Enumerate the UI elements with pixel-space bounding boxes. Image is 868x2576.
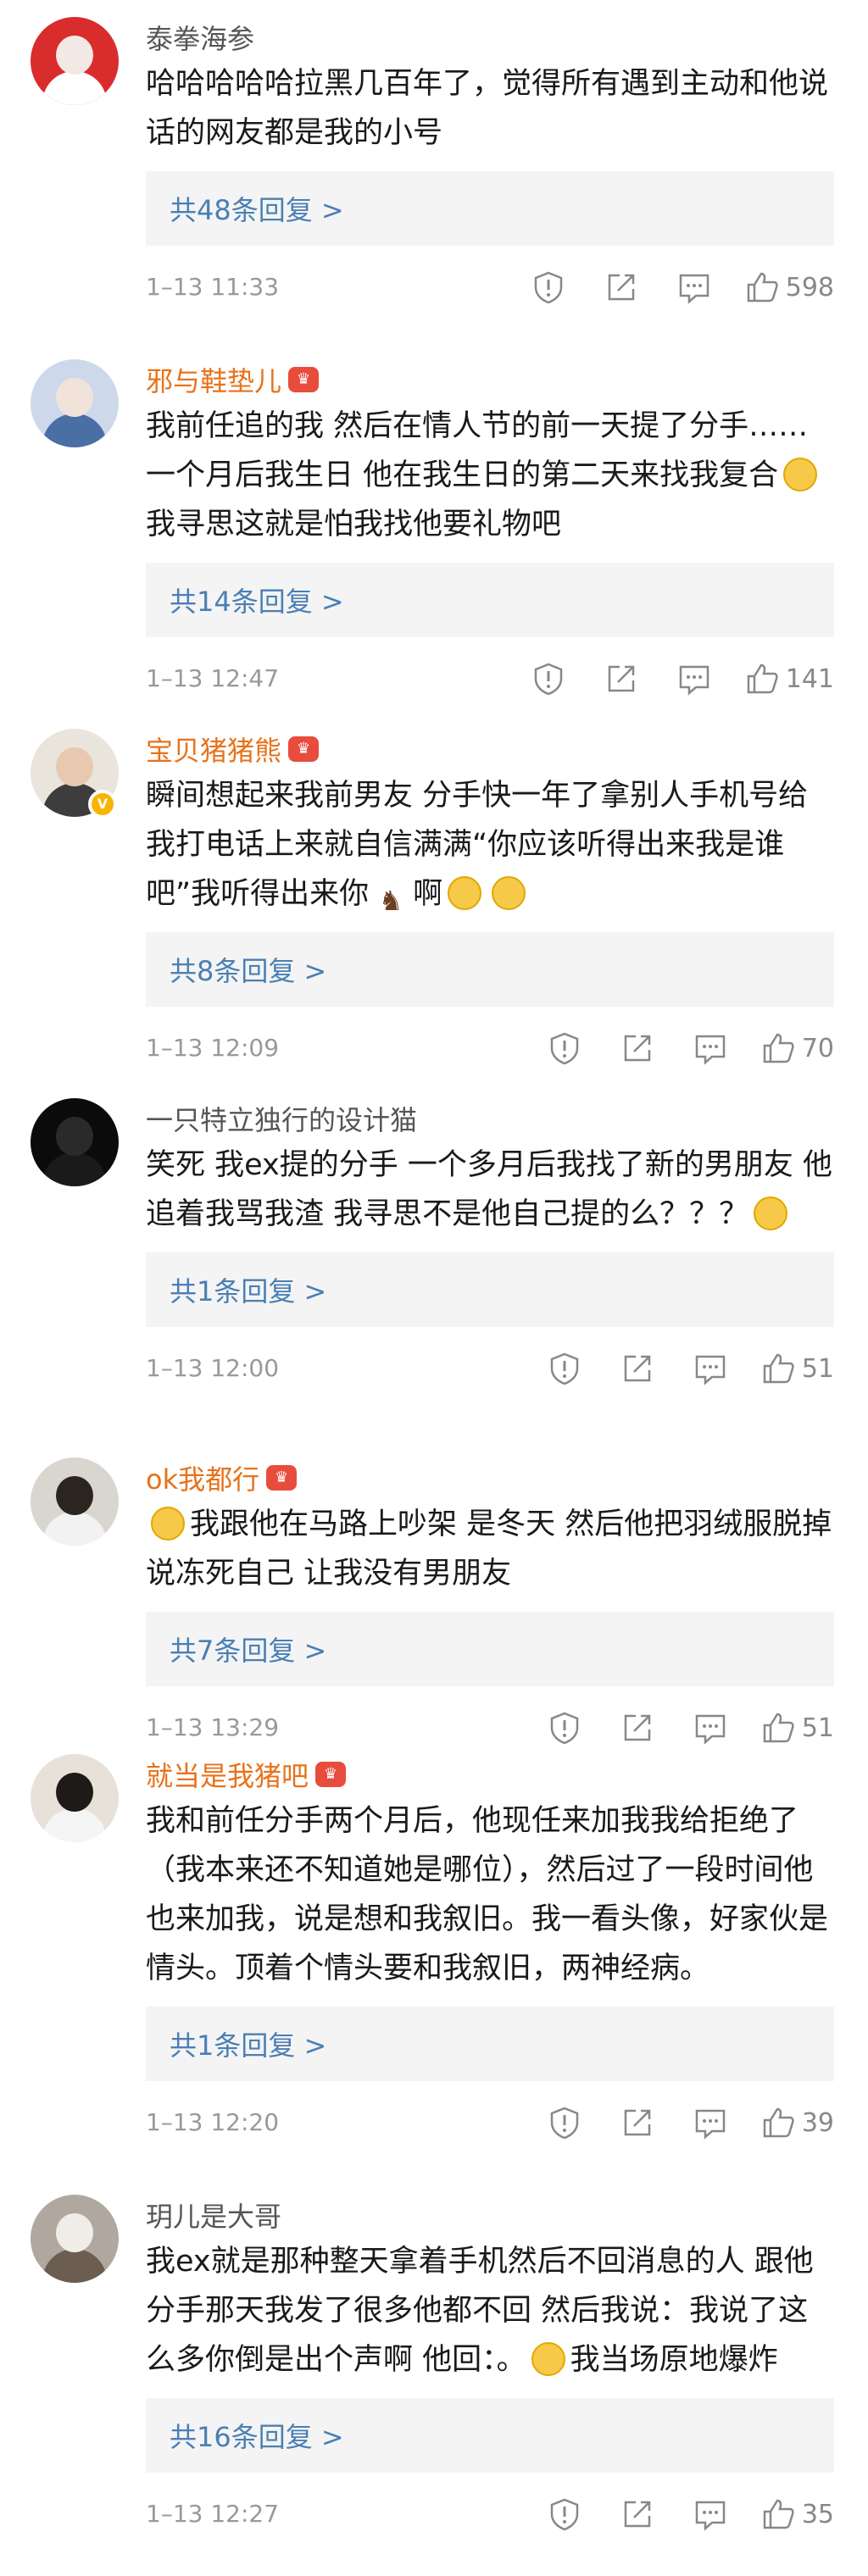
- comment-icon[interactable]: [693, 2106, 727, 2140]
- smile-emoji-icon: [531, 2342, 565, 2376]
- vip-crown-icon: ♛: [315, 1762, 347, 1787]
- comment-meta: 1–13 12:20 39: [146, 2081, 834, 2164]
- avatar[interactable]: [31, 1098, 119, 1186]
- comment-meta: 1–13 12:47 141: [146, 637, 834, 720]
- like-icon[interactable]: [761, 2497, 795, 2531]
- avatar[interactable]: [31, 1754, 119, 1842]
- like-count: 39: [801, 2107, 834, 2138]
- comment-meta: 1–13 12:00 51: [146, 1327, 834, 1410]
- comment-text: 我和前任分手两个月后，他现任来加我我给拒绝了（我本来还不知道她是哪位），然后过了…: [146, 1804, 829, 1985]
- like-count: 70: [801, 1033, 834, 1063]
- timestamp: 1–13 12:20: [146, 2108, 280, 2136]
- username[interactable]: 一只特立独行的设计猫: [146, 1099, 417, 1138]
- comment-item: 一只特立独行的设计猫 笑死 我ex提的分手 一个多月后我找了新的男朋友 他追着我…: [0, 1081, 868, 1441]
- share-icon[interactable]: [620, 1031, 654, 1065]
- comment-icon[interactable]: [677, 662, 711, 696]
- comment-text: 瞬间想起来我前男友 分手快一年了拿别人手机号给我打电话上来就自信满满“你应该听得…: [146, 779, 809, 917]
- timestamp: 1–13 11:33: [146, 273, 280, 301]
- comment-icon[interactable]: [693, 1031, 727, 1065]
- like-icon[interactable]: [761, 2106, 795, 2140]
- comment-item: 邪与鞋垫儿 ♛ 我前任追的我 然后在情人节的前一天提了分手……一个月后我生日 他在…: [0, 342, 868, 712]
- comment-meta: 1–13 12:27 35: [146, 2473, 834, 2556]
- replies-button[interactable]: 共7条回复 >: [146, 1612, 834, 1686]
- replies-button[interactable]: 共14条回复 >: [146, 563, 834, 637]
- comment-item: V 宝贝猪猪熊 ♛ 瞬间想起来我前男友 分手快一年了拿别人手机号给我打电话上来就自…: [0, 712, 868, 1081]
- comment-text: 哈哈哈哈哈拉黑几百年了，觉得所有遇到主动和他说话的网友都是我的小号: [146, 67, 829, 150]
- comment-text: 我ex就是那种整天拿着手机然后不回消息的人 跟他分手那天我发了很多他都不回 然后…: [146, 2245, 814, 2377]
- replies-button[interactable]: 共1条回复 >: [146, 1252, 834, 1327]
- horse-emoji-icon: ♞: [378, 885, 403, 917]
- grin-emoji-icon: [754, 1196, 788, 1230]
- like-count: 598: [785, 272, 834, 303]
- report-icon[interactable]: [548, 1352, 581, 1385]
- vip-crown-icon: ♛: [288, 736, 320, 762]
- report-icon[interactable]: [548, 1031, 581, 1065]
- comment-text: 我前任追的我 然后在情人节的前一天提了分手……一个月后我生日 他在我生日的第二天…: [146, 402, 834, 549]
- report-icon[interactable]: [548, 2497, 581, 2531]
- laugh-cry-emoji-icon: [783, 458, 818, 491]
- avatar[interactable]: [31, 17, 119, 105]
- username[interactable]: 就当是我猪吧: [146, 1755, 309, 1794]
- timestamp: 1–13 12:00: [146, 1354, 280, 1382]
- username[interactable]: 邪与鞋垫儿: [146, 360, 281, 399]
- avatar[interactable]: [31, 359, 119, 447]
- replies-button[interactable]: 共48条回复 >: [146, 171, 834, 246]
- avatar[interactable]: [31, 1457, 119, 1546]
- timestamp: 1–13 12:27: [146, 2500, 280, 2528]
- like-icon[interactable]: [761, 1352, 795, 1385]
- replies-button[interactable]: 共1条回复 >: [146, 2007, 834, 2081]
- vip-crown-icon: ♛: [288, 367, 320, 392]
- smile-emoji-icon: [151, 1507, 185, 1541]
- comment-meta: 1–13 11:33 598: [146, 246, 834, 329]
- comment-item: 玥儿是大哥 我ex就是那种整天拿着手机然后不回消息的人 跟他分手那天我发了很多他…: [0, 2178, 868, 2576]
- like-icon[interactable]: [761, 1031, 795, 1065]
- comment-icon[interactable]: [693, 1352, 727, 1385]
- like-count: 141: [785, 663, 834, 694]
- report-icon[interactable]: [548, 2106, 581, 2140]
- comment-text: 笑死 我ex提的分手 一个多月后我找了新的男朋友 他追着我骂我渣 我寻思不是他自…: [146, 1148, 833, 1231]
- avatar[interactable]: [31, 2195, 119, 2283]
- thinking-emoji-icon: [448, 876, 482, 910]
- username[interactable]: 宝贝猪猪熊: [146, 730, 281, 769]
- replies-button[interactable]: 共16条回复 >: [146, 2398, 834, 2473]
- comment-item: 泰拳海参 哈哈哈哈哈拉黑几百年了，觉得所有遇到主动和他说话的网友都是我的小号 共…: [0, 0, 868, 342]
- username[interactable]: 玥儿是大哥: [146, 2196, 281, 2235]
- like-icon[interactable]: [745, 662, 779, 696]
- share-icon[interactable]: [620, 2106, 654, 2140]
- report-icon[interactable]: [531, 662, 565, 696]
- share-icon[interactable]: [620, 1352, 654, 1385]
- username[interactable]: ok我都行: [146, 1458, 259, 1497]
- share-icon[interactable]: [604, 662, 638, 696]
- comment-icon[interactable]: [693, 2497, 727, 2531]
- comment-text: 我跟他在马路上吵架 是冬天 然后他把羽绒服脱掉说冻死自己 让我没有男朋友: [146, 1507, 832, 1591]
- verified-badge-icon: V: [88, 790, 117, 819]
- share-icon[interactable]: [604, 270, 638, 304]
- vip-crown-icon: ♛: [266, 1465, 298, 1491]
- like-count: 35: [801, 2499, 834, 2529]
- username[interactable]: 泰拳海参: [146, 18, 254, 57]
- like-count: 51: [801, 1353, 834, 1384]
- like-icon[interactable]: [745, 270, 779, 304]
- replies-button[interactable]: 共8条回复 >: [146, 932, 834, 1007]
- comment-item: 就当是我猪吧 ♛ 我和前任分手两个月后，他现任来加我我给拒绝了（我本来还不知道她是…: [0, 1737, 868, 2178]
- thinking-emoji-icon: [492, 876, 526, 910]
- timestamp: 1–13 12:09: [146, 1034, 280, 1062]
- comment-feed: 泰拳海参 哈哈哈哈哈拉黑几百年了，觉得所有遇到主动和他说话的网友都是我的小号 共…: [0, 0, 868, 2576]
- timestamp: 1–13 12:47: [146, 664, 280, 692]
- report-icon[interactable]: [531, 270, 565, 304]
- comment-item: ok我都行 ♛ 我跟他在马路上吵架 是冬天 然后他把羽绒服脱掉说冻死自己 让我没有…: [0, 1441, 868, 1745]
- comment-icon[interactable]: [677, 270, 711, 304]
- comment-meta: 1–13 12:09 70: [146, 1007, 834, 1090]
- share-icon[interactable]: [620, 2497, 654, 2531]
